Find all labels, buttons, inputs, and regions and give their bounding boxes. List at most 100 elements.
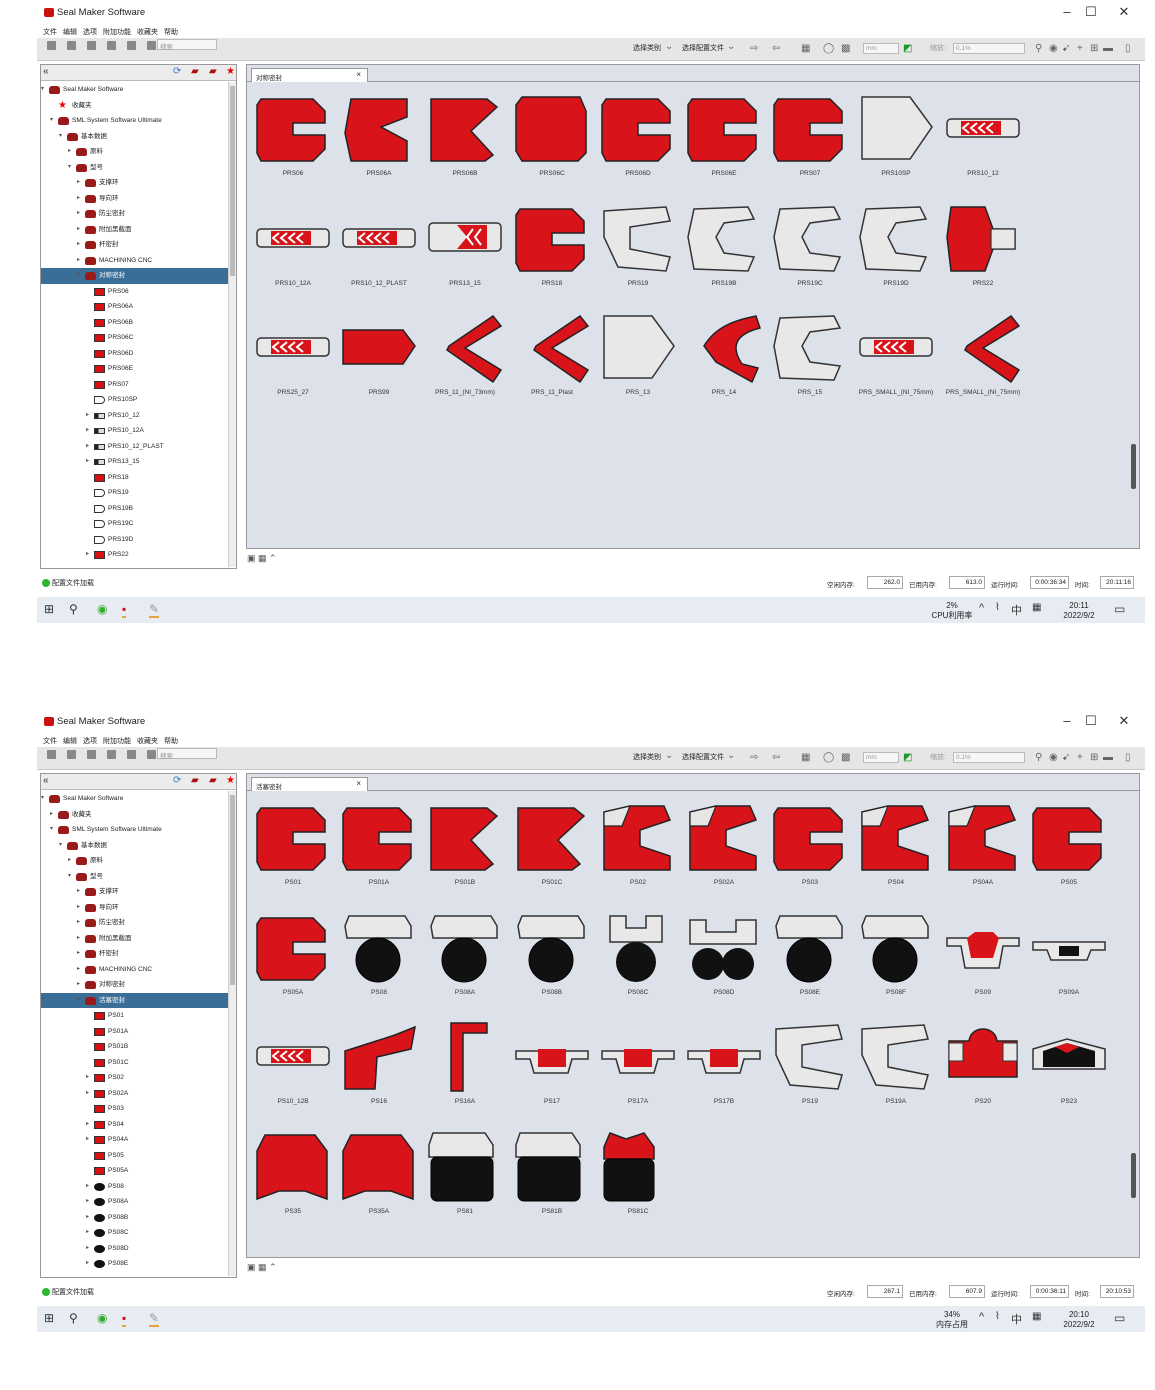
- seal-profile-item[interactable]: PRS06B: [423, 87, 507, 187]
- tree-node[interactable]: ▸ MACHINING CNC: [41, 962, 229, 978]
- collapse-panel-icon[interactable]: «: [43, 775, 49, 787]
- seal-profile-item[interactable]: PS10_12B: [251, 1015, 335, 1115]
- unit-select[interactable]: mm: [863, 43, 899, 54]
- tree-node[interactable]: ▸ PRS13_15: [41, 454, 229, 470]
- expand-right-icon[interactable]: ▸: [77, 175, 80, 191]
- circle-icon[interactable]: ◯: [823, 752, 834, 764]
- tree-node[interactable]: PS01B: [41, 1039, 229, 1055]
- seal-profile-item[interactable]: PS09: [941, 906, 1025, 1006]
- tree-node[interactable]: ▸ 导向环: [41, 900, 229, 916]
- expand-right-icon[interactable]: ▸: [86, 1132, 89, 1148]
- profile-icon[interactable]: ◩: [903, 752, 912, 764]
- expand-right-icon[interactable]: ▸: [77, 946, 80, 962]
- menu-item[interactable]: 选项: [83, 27, 97, 37]
- arrow-right-icon[interactable]: ⇨: [750, 752, 758, 764]
- tree-node[interactable]: ▸ 杆密封: [41, 237, 229, 253]
- expand-down-icon[interactable]: ▾: [59, 838, 62, 854]
- tree-node[interactable]: PRS18: [41, 470, 229, 486]
- refresh-icon[interactable]: ⟳: [173, 66, 181, 78]
- tree-node[interactable]: PS03: [41, 1101, 229, 1117]
- tree-node[interactable]: PRS06B: [41, 315, 229, 331]
- expand-right-icon[interactable]: ▸: [77, 915, 80, 931]
- seal-profile-item[interactable]: PRS99: [337, 306, 421, 406]
- tree-node[interactable]: ▸ PS02A: [41, 1086, 229, 1102]
- expand-right-icon[interactable]: ▸: [86, 439, 89, 455]
- seal-profile-item[interactable]: PRS_15: [768, 306, 852, 406]
- seal-profile-item[interactable]: PRS13_15: [423, 197, 507, 297]
- layout-icon[interactable]: ⊞: [1090, 43, 1098, 55]
- expand-down-icon[interactable]: ▾: [59, 129, 62, 145]
- plus-icon[interactable]: +: [1077, 752, 1083, 764]
- tree-node[interactable]: ★ 收藏夹: [41, 98, 229, 114]
- tree-node[interactable]: ▸ 原料: [41, 853, 229, 869]
- expand-right-icon[interactable]: ▸: [77, 237, 80, 253]
- toolbar-tool-icon[interactable]: [47, 750, 56, 759]
- expand-right-icon[interactable]: ▸: [86, 1194, 89, 1210]
- seal-profile-item[interactable]: PS04: [854, 796, 938, 896]
- menu-item[interactable]: 附加功能: [103, 27, 131, 37]
- seal-profile-item[interactable]: PS16: [337, 1015, 421, 1115]
- target-icon[interactable]: ◉: [1049, 43, 1058, 55]
- expand-right-icon[interactable]: ▸: [86, 1225, 89, 1241]
- collapse-panel-icon[interactable]: «: [43, 66, 49, 78]
- seal-profile-item[interactable]: PS81C: [596, 1125, 680, 1225]
- expand-right-icon[interactable]: ▸: [77, 977, 80, 993]
- seal-profile-item[interactable]: PRS10SP: [854, 87, 938, 187]
- search-input[interactable]: 搜索: [157, 748, 217, 760]
- tree-node[interactable]: PS05: [41, 1148, 229, 1164]
- tree-node[interactable]: ▸ PS08B: [41, 1210, 229, 1226]
- tree-node[interactable]: PRS06A: [41, 299, 229, 315]
- tree-node[interactable]: ▸ PRS10_12A: [41, 423, 229, 439]
- seal-profile-item[interactable]: PS17: [510, 1015, 594, 1115]
- seal-profile-item[interactable]: PS01: [251, 796, 335, 896]
- tree-node[interactable]: ▸ PS08: [41, 1179, 229, 1195]
- checker-icon[interactable]: ▩: [841, 43, 850, 55]
- expand-right-icon[interactable]: ▸: [77, 191, 80, 207]
- expand-right-icon[interactable]: ▸: [77, 884, 80, 900]
- menu-item[interactable]: 编辑: [63, 27, 77, 37]
- table-icon[interactable]: ▬: [1103, 752, 1113, 764]
- toolbar-tool-icon[interactable]: [107, 41, 116, 50]
- tab-close-icon[interactable]: ×: [356, 779, 361, 788]
- app-icon[interactable]: ◉: [97, 602, 107, 616]
- expand-right-icon[interactable]: ▸: [86, 1117, 89, 1133]
- tree-node[interactable]: ▸ 对称密封: [41, 977, 229, 993]
- seal-profile-item[interactable]: PS16A: [423, 1015, 507, 1115]
- seal-profile-item[interactable]: PRS_13: [596, 306, 680, 406]
- seal-profile-item[interactable]: PS01A: [337, 796, 421, 896]
- expand-right-icon[interactable]: ▸: [86, 454, 89, 470]
- pointer-icon[interactable]: ➹: [1062, 43, 1070, 55]
- tree-node[interactable]: PRS06C: [41, 330, 229, 346]
- seal-profile-item[interactable]: PS08: [337, 906, 421, 1006]
- tree-node[interactable]: ▸ PRS10_12: [41, 408, 229, 424]
- seal-profile-item[interactable]: PRS06D: [596, 87, 680, 187]
- menu-item[interactable]: 帮助: [164, 27, 178, 37]
- tree-node[interactable]: PS01C: [41, 1055, 229, 1071]
- seal-profile-item[interactable]: PS17B: [682, 1015, 766, 1115]
- tree-node[interactable]: ▸ 支撑环: [41, 884, 229, 900]
- windows-start-icon[interactable]: ⊞: [44, 602, 54, 616]
- tree-node[interactable]: ▸ MACHINING CNC: [41, 253, 229, 269]
- chevron-up-icon[interactable]: ^: [979, 602, 984, 614]
- seal-profile-item[interactable]: PRS_SMALL_(NI_75mm): [854, 306, 938, 406]
- toolbar-tool-icon[interactable]: [67, 750, 76, 759]
- seal-profile-item[interactable]: PRS19: [596, 197, 680, 297]
- tree-node[interactable]: ▸ 原料: [41, 144, 229, 160]
- tree-node[interactable]: PS05A: [41, 1163, 229, 1179]
- notification-icon[interactable]: ▭: [1114, 602, 1125, 616]
- zoom-field[interactable]: 0.1%: [953, 752, 1025, 763]
- gallery-scrollbar[interactable]: [1131, 85, 1137, 545]
- expand-down-icon[interactable]: ▾: [41, 791, 44, 807]
- tree-node[interactable]: ▸ 防尘密封: [41, 206, 229, 222]
- ime-indicator[interactable]: 中: [1011, 602, 1022, 618]
- arrow-left-icon[interactable]: ⇦: [772, 43, 780, 55]
- app-icon[interactable]: ✎: [149, 602, 160, 618]
- seal-profile-item[interactable]: PS17A: [596, 1015, 680, 1115]
- chevron-up-icon[interactable]: ^: [979, 1311, 984, 1323]
- zoom-icon[interactable]: ⚲: [1035, 752, 1042, 764]
- close-button[interactable]: ✕: [1109, 4, 1139, 22]
- tree-node[interactable]: ▸ 附加黑截面: [41, 931, 229, 947]
- tree-node[interactable]: ▸ PRS25_27: [41, 563, 229, 568]
- menu-item[interactable]: 附加功能: [103, 736, 131, 746]
- seal-profile-item[interactable]: PS08C: [596, 906, 680, 1006]
